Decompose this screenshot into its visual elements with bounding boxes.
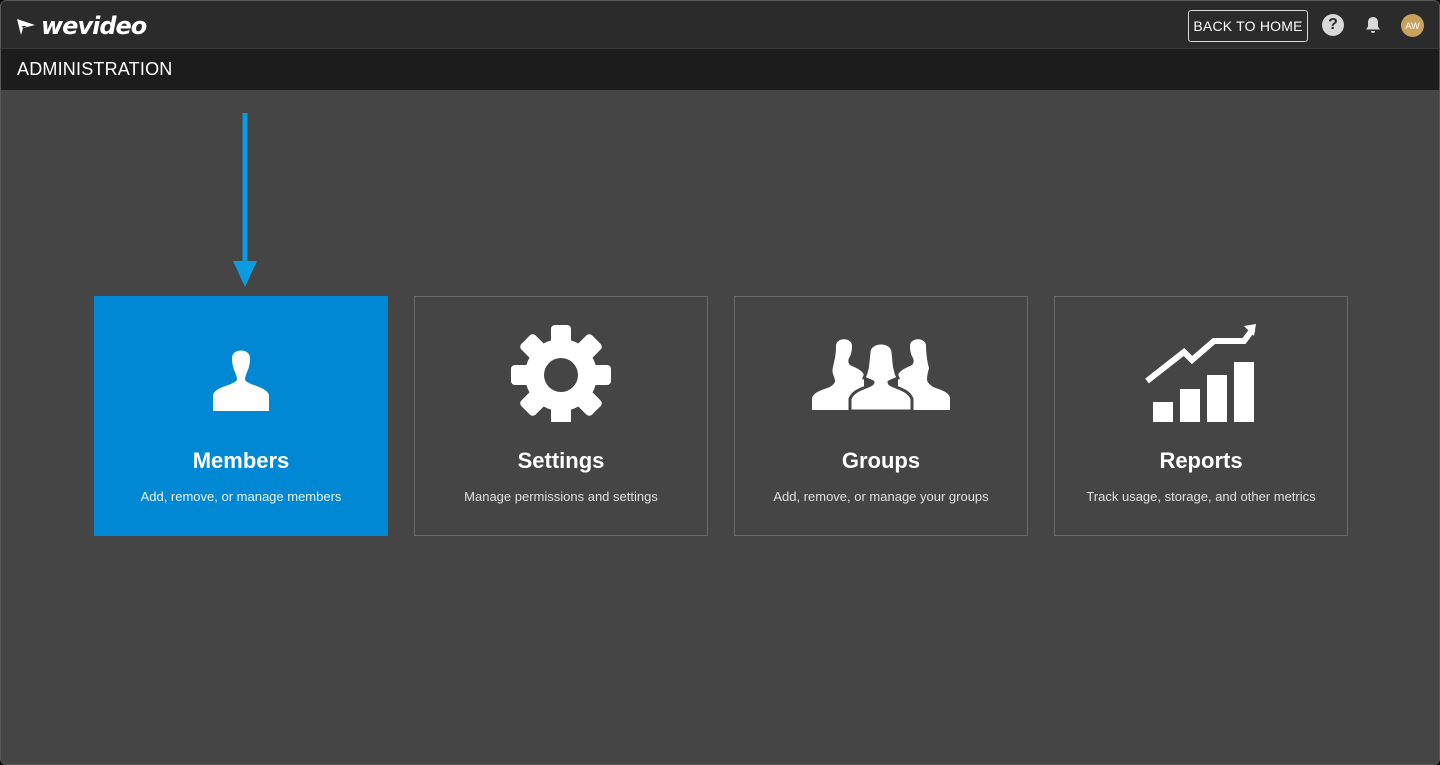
member-icon (213, 350, 269, 411)
groups-icon-wrap (735, 317, 1027, 427)
groups-icon (812, 339, 950, 412)
gear-icon (511, 325, 611, 422)
bell-icon[interactable] (1363, 15, 1383, 35)
top-bar: wevideo BACK TO HOME ? AW (1, 1, 1439, 49)
logo-icon (17, 19, 35, 35)
gear-icon-wrap (415, 317, 707, 427)
pointer-arrow-icon (233, 113, 257, 287)
card-description: Track usage, storage, and other metrics (1086, 489, 1316, 504)
members-card[interactable]: Members Add, remove, or manage members (94, 296, 388, 536)
member-icon-wrap (95, 317, 387, 427)
card-title: Reports (1159, 448, 1243, 473)
groups-card[interactable]: Groups Add, remove, or manage your group… (734, 296, 1028, 536)
logo-text: wevideo (41, 12, 147, 40)
reports-chart-icon (1145, 324, 1256, 422)
card-description: Add, remove, or manage members (140, 489, 342, 504)
section-header: ADMINISTRATION (1, 49, 1439, 90)
card-description: Add, remove, or manage your groups (773, 489, 989, 504)
reports-card[interactable]: Reports Track usage, storage, and other … (1054, 296, 1348, 536)
card-title: Groups (841, 448, 921, 473)
card-title: Settings (517, 448, 605, 473)
reports-icon-wrap (1055, 317, 1347, 427)
card-description: Manage permissions and settings (464, 489, 658, 504)
page-title: ADMINISTRATION (17, 59, 173, 79)
app-window: wevideo BACK TO HOME ? AW ADMINISTRATION… (0, 0, 1440, 765)
card-title: Members (192, 448, 290, 473)
avatar[interactable]: AW (1401, 14, 1424, 37)
wevideo-logo[interactable]: wevideo (15, 11, 147, 41)
settings-card[interactable]: Settings Manage permissions and settings (414, 296, 708, 536)
help-icon[interactable]: ? (1322, 14, 1344, 36)
back-to-home-button[interactable]: BACK TO HOME (1188, 10, 1308, 42)
